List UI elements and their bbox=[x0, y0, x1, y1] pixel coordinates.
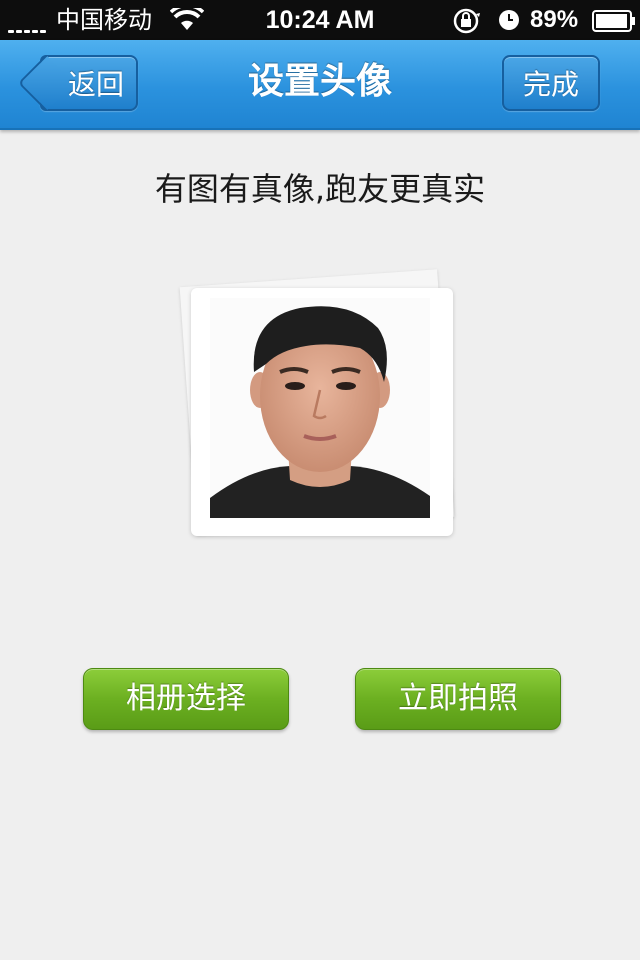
take-photo-button[interactable]: 立即拍照 bbox=[355, 668, 561, 730]
avatar-frame[interactable] bbox=[179, 269, 460, 552]
orientation-lock-icon bbox=[452, 8, 482, 39]
status-bar: 中国移动 10:24 AM 89% bbox=[0, 0, 640, 40]
done-button[interactable]: 完成 bbox=[502, 55, 600, 111]
battery-percent: 89% bbox=[530, 6, 579, 33]
choose-from-album-button[interactable]: 相册选择 bbox=[83, 668, 289, 730]
battery-icon bbox=[592, 10, 636, 37]
avatar-portrait-icon bbox=[210, 298, 430, 518]
subtitle: 有图有真像,跑友更真实 bbox=[154, 170, 486, 208]
avatar bbox=[210, 298, 430, 518]
photo-stack-front bbox=[191, 288, 453, 536]
alarm-icon bbox=[498, 9, 520, 36]
navigation-bar: 返回 设置头像 完成 bbox=[0, 40, 640, 130]
